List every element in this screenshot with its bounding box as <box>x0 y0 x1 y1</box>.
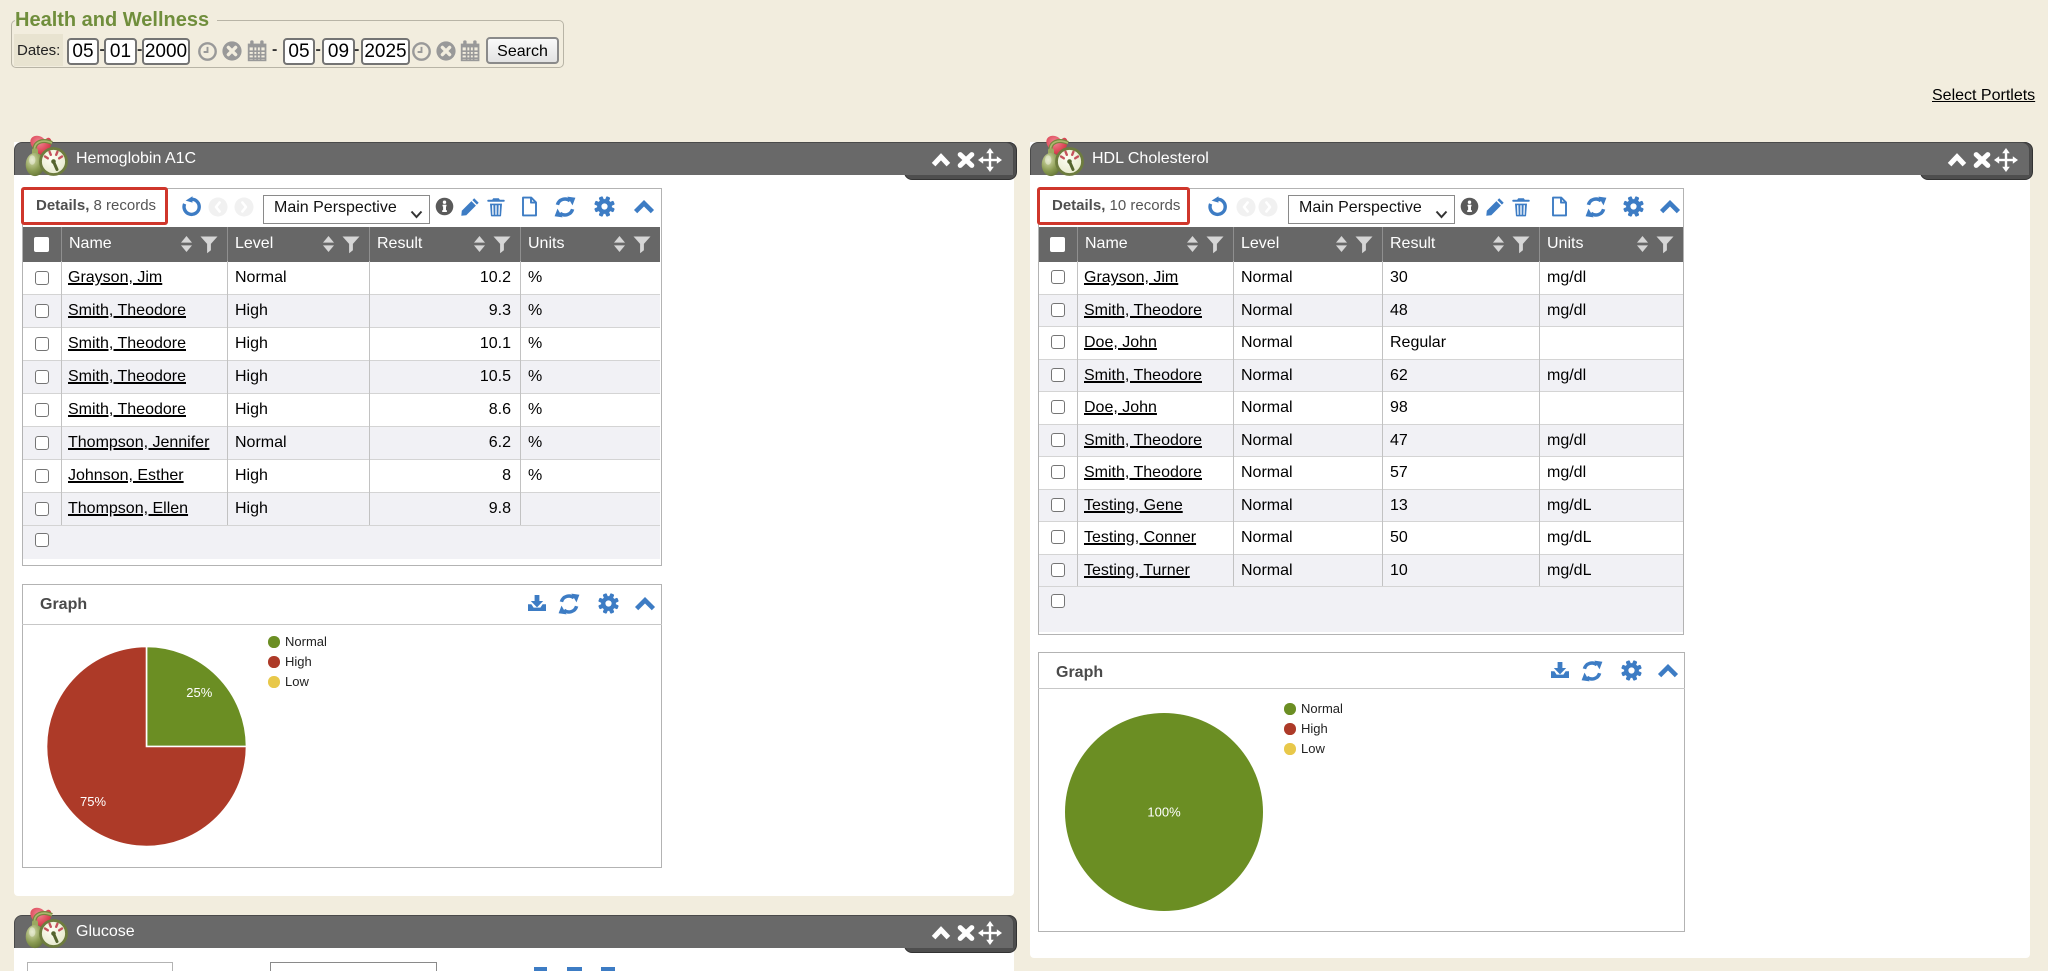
svg-text:75%: 75% <box>80 794 106 809</box>
svg-text:25%: 25% <box>186 685 212 700</box>
svg-text:100%: 100% <box>1147 805 1181 820</box>
